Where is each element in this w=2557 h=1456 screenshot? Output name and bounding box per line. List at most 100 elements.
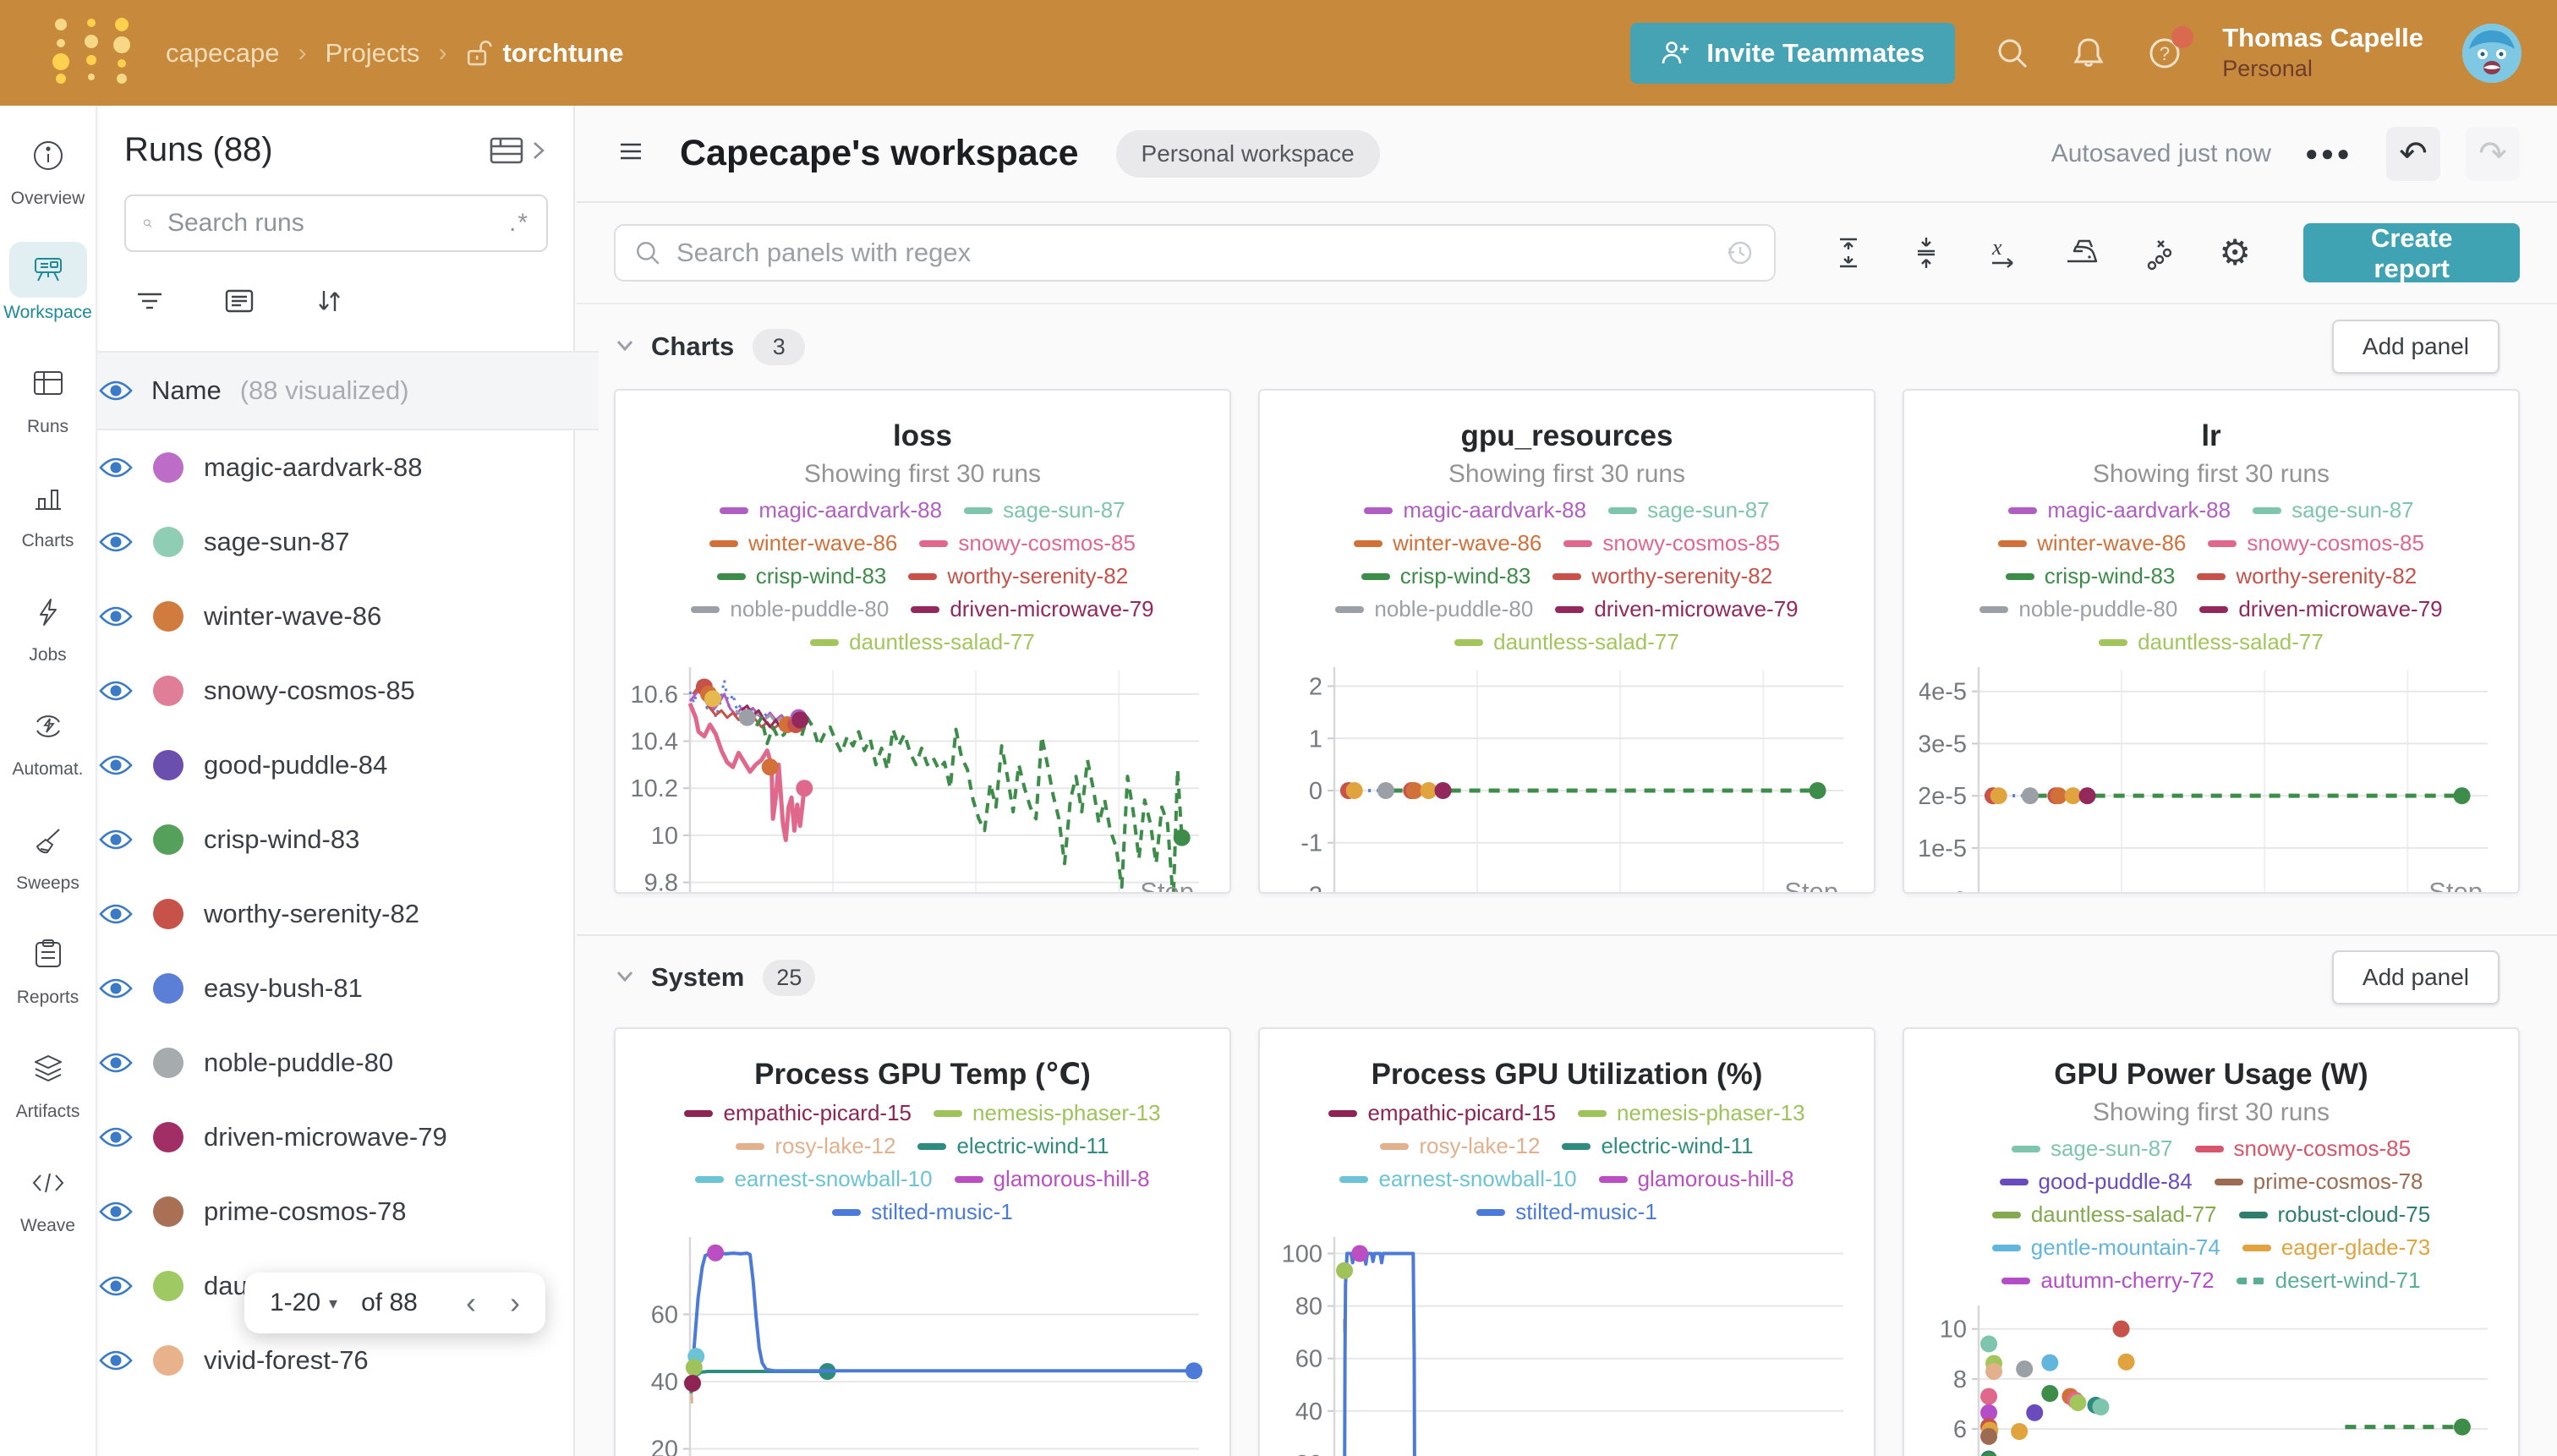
legend-item[interactable]: empathic-picard-15 bbox=[684, 1100, 912, 1126]
regex-toggle[interactable]: .* bbox=[509, 209, 529, 238]
eye-visibility-icon[interactable] bbox=[99, 902, 133, 926]
sidebar-item-automat[interactable]: Automat. bbox=[0, 698, 96, 813]
legend-item[interactable]: electric-wind-11 bbox=[917, 1133, 1109, 1159]
run-row[interactable]: snowy-cosmos-85 bbox=[74, 654, 599, 728]
legend-item[interactable]: noble-puddle-80 bbox=[1979, 596, 2177, 622]
chart-panel-lr[interactable]: lrShowing first 30 runsmagic-aardvark-88… bbox=[1903, 389, 2520, 894]
run-color-dot[interactable] bbox=[153, 1122, 183, 1152]
legend-item[interactable]: desert-wind-71 bbox=[2237, 1267, 2421, 1294]
legend-item[interactable]: snowy-cosmos-85 bbox=[1563, 530, 1780, 556]
run-row[interactable]: crisp-wind-83 bbox=[74, 802, 599, 877]
runs-search-input[interactable] bbox=[166, 208, 496, 238]
breadcrumb-projects[interactable]: Projects bbox=[325, 38, 419, 68]
run-color-dot[interactable] bbox=[153, 676, 183, 706]
filter-icon[interactable] bbox=[133, 284, 167, 322]
chevron-down-icon[interactable] bbox=[614, 965, 636, 991]
chart-panel-gpu-resources[interactable]: gpu_resourcesShowing first 30 runsmagic-… bbox=[1258, 389, 1875, 894]
sidebar-item-workspace[interactable]: Workspace bbox=[0, 242, 96, 356]
sort-icon[interactable] bbox=[312, 284, 346, 322]
chevron-down-icon[interactable] bbox=[614, 334, 636, 360]
sidebar-item-artifacts[interactable]: Artifacts bbox=[0, 1041, 96, 1155]
legend-item[interactable]: driven-microwave-79 bbox=[1555, 596, 1798, 622]
run-name[interactable]: worthy-serenity-82 bbox=[204, 899, 419, 929]
run-color-dot[interactable] bbox=[153, 601, 183, 632]
add-panel-button[interactable]: Add panel bbox=[2332, 950, 2500, 1004]
legend-item[interactable]: good-puddle-84 bbox=[2000, 1169, 2193, 1195]
legend-item[interactable]: driven-microwave-79 bbox=[2199, 596, 2442, 622]
avatar[interactable] bbox=[2462, 24, 2521, 83]
legend-item[interactable]: earnest-snowball-10 bbox=[695, 1166, 932, 1192]
run-color-dot[interactable] bbox=[153, 1048, 183, 1078]
eye-visibility-icon[interactable] bbox=[99, 977, 133, 1000]
eye-visibility-icon[interactable] bbox=[99, 530, 133, 554]
legend-item[interactable]: gentle-mountain-74 bbox=[1992, 1234, 2220, 1261]
run-color-dot[interactable] bbox=[153, 452, 183, 483]
add-panel-button[interactable]: Add panel bbox=[2332, 320, 2500, 374]
page-range-dropdown[interactable]: 1-20 ▾ bbox=[270, 1289, 337, 1317]
eye-visibility-icon[interactable] bbox=[99, 456, 133, 479]
run-name[interactable]: easy-bush-81 bbox=[204, 973, 363, 1004]
chart-panel-gpu-power-usage-w[interactable]: GPU Power Usage (W)Showing first 30 runs… bbox=[1903, 1027, 2520, 1456]
legend-item[interactable]: driven-microwave-79 bbox=[911, 596, 1153, 622]
name-column-label[interactable]: Name bbox=[151, 375, 222, 406]
group-list-icon[interactable] bbox=[222, 284, 256, 322]
chart-plot-area[interactable]: 20406080100Time (minutes) bbox=[1275, 1232, 1859, 1456]
run-color-dot[interactable] bbox=[153, 1196, 183, 1227]
eye-visibility-icon[interactable] bbox=[99, 1274, 133, 1298]
legend-item[interactable]: glamorous-hill-8 bbox=[955, 1166, 1150, 1192]
sidebar-item-jobs[interactable]: Jobs bbox=[0, 584, 96, 698]
x-axis-settings-icon[interactable]: x bbox=[1985, 234, 2023, 271]
sidebar-item-weave[interactable]: Weave bbox=[0, 1155, 96, 1269]
legend-item[interactable]: nemesis-phaser-13 bbox=[1578, 1100, 1805, 1126]
legend-item[interactable]: robust-cloud-75 bbox=[2239, 1201, 2431, 1228]
legend-item[interactable]: sage-sun-87 bbox=[1608, 497, 1770, 523]
run-name[interactable]: snowy-cosmos-85 bbox=[204, 676, 415, 706]
legend-item[interactable]: autumn-cherry-72 bbox=[2001, 1267, 2214, 1294]
chart-plot-area[interactable]: 204060Time (minutes) bbox=[631, 1232, 1214, 1456]
run-name[interactable]: driven-microwave-79 bbox=[204, 1122, 447, 1152]
legend-item[interactable]: worthy-serenity-82 bbox=[1552, 563, 1772, 589]
run-color-dot[interactable] bbox=[153, 1271, 183, 1301]
run-row[interactable]: easy-bush-81 bbox=[74, 951, 599, 1026]
collapse-panels-icon[interactable] bbox=[1908, 234, 1945, 271]
run-name[interactable]: noble-puddle-80 bbox=[204, 1048, 393, 1078]
legend-item[interactable]: glamorous-hill-8 bbox=[1599, 1166, 1794, 1192]
help-icon[interactable]: ? bbox=[2146, 35, 2183, 72]
legend-item[interactable]: stilted-music-1 bbox=[1476, 1199, 1657, 1225]
run-color-dot[interactable] bbox=[153, 527, 183, 557]
legend-item[interactable]: crisp-wind-83 bbox=[1361, 563, 1531, 589]
legend-item[interactable]: empathic-picard-15 bbox=[1328, 1100, 1556, 1126]
chart-plot-area[interactable]: 0501001509.81010.210.410.6Step bbox=[631, 662, 1214, 892]
legend-item[interactable]: rosy-lake-12 bbox=[736, 1133, 895, 1159]
chart-plot-area[interactable]: 05010015001e-52e-53e-54e-5Step bbox=[1919, 662, 2503, 892]
sidebar-item-runs[interactable]: Runs bbox=[0, 356, 96, 470]
legend-item[interactable]: noble-puddle-80 bbox=[1335, 596, 1533, 622]
legend-item[interactable]: prime-cosmos-78 bbox=[2215, 1169, 2423, 1195]
search-history-icon[interactable] bbox=[1725, 238, 1755, 268]
eye-visibility-icon[interactable] bbox=[99, 1349, 133, 1372]
eye-visibility-icon[interactable] bbox=[99, 379, 133, 402]
legend-item[interactable]: snowy-cosmos-85 bbox=[2208, 530, 2424, 556]
workspace-menu-icon[interactable] bbox=[614, 134, 648, 172]
breadcrumb-project[interactable]: torchtune bbox=[465, 38, 623, 68]
run-row[interactable]: prime-cosmos-78 bbox=[74, 1174, 599, 1249]
legend-item[interactable]: earnest-snowball-10 bbox=[1339, 1166, 1576, 1192]
wandb-logo-icon[interactable] bbox=[49, 18, 142, 88]
chart-plot-area[interactable]: 050100150-2-1012Step bbox=[1275, 662, 1859, 892]
run-name[interactable]: prime-cosmos-78 bbox=[204, 1196, 406, 1227]
eye-visibility-icon[interactable] bbox=[99, 605, 133, 628]
legend-item[interactable]: nemesis-phaser-13 bbox=[934, 1100, 1161, 1126]
panel-search-input[interactable] bbox=[675, 237, 1711, 269]
charts-section-label[interactable]: Charts bbox=[651, 331, 734, 362]
run-row[interactable]: driven-microwave-79 bbox=[74, 1100, 599, 1174]
legend-item[interactable]: winter-wave-86 bbox=[1998, 530, 2186, 556]
runs-table-icon[interactable] bbox=[489, 135, 524, 166]
run-row[interactable]: sage-sun-87 bbox=[74, 505, 599, 579]
run-color-dot[interactable] bbox=[153, 1345, 183, 1376]
run-color-dot[interactable] bbox=[153, 899, 183, 929]
outliers-scatter-icon[interactable] bbox=[2141, 234, 2178, 271]
run-row[interactable]: vivid-forest-76 bbox=[74, 1323, 599, 1398]
breadcrumb-entity[interactable]: capecape bbox=[166, 38, 279, 68]
legend-item[interactable]: magic-aardvark-88 bbox=[720, 497, 942, 523]
run-name[interactable]: crisp-wind-83 bbox=[204, 824, 359, 855]
